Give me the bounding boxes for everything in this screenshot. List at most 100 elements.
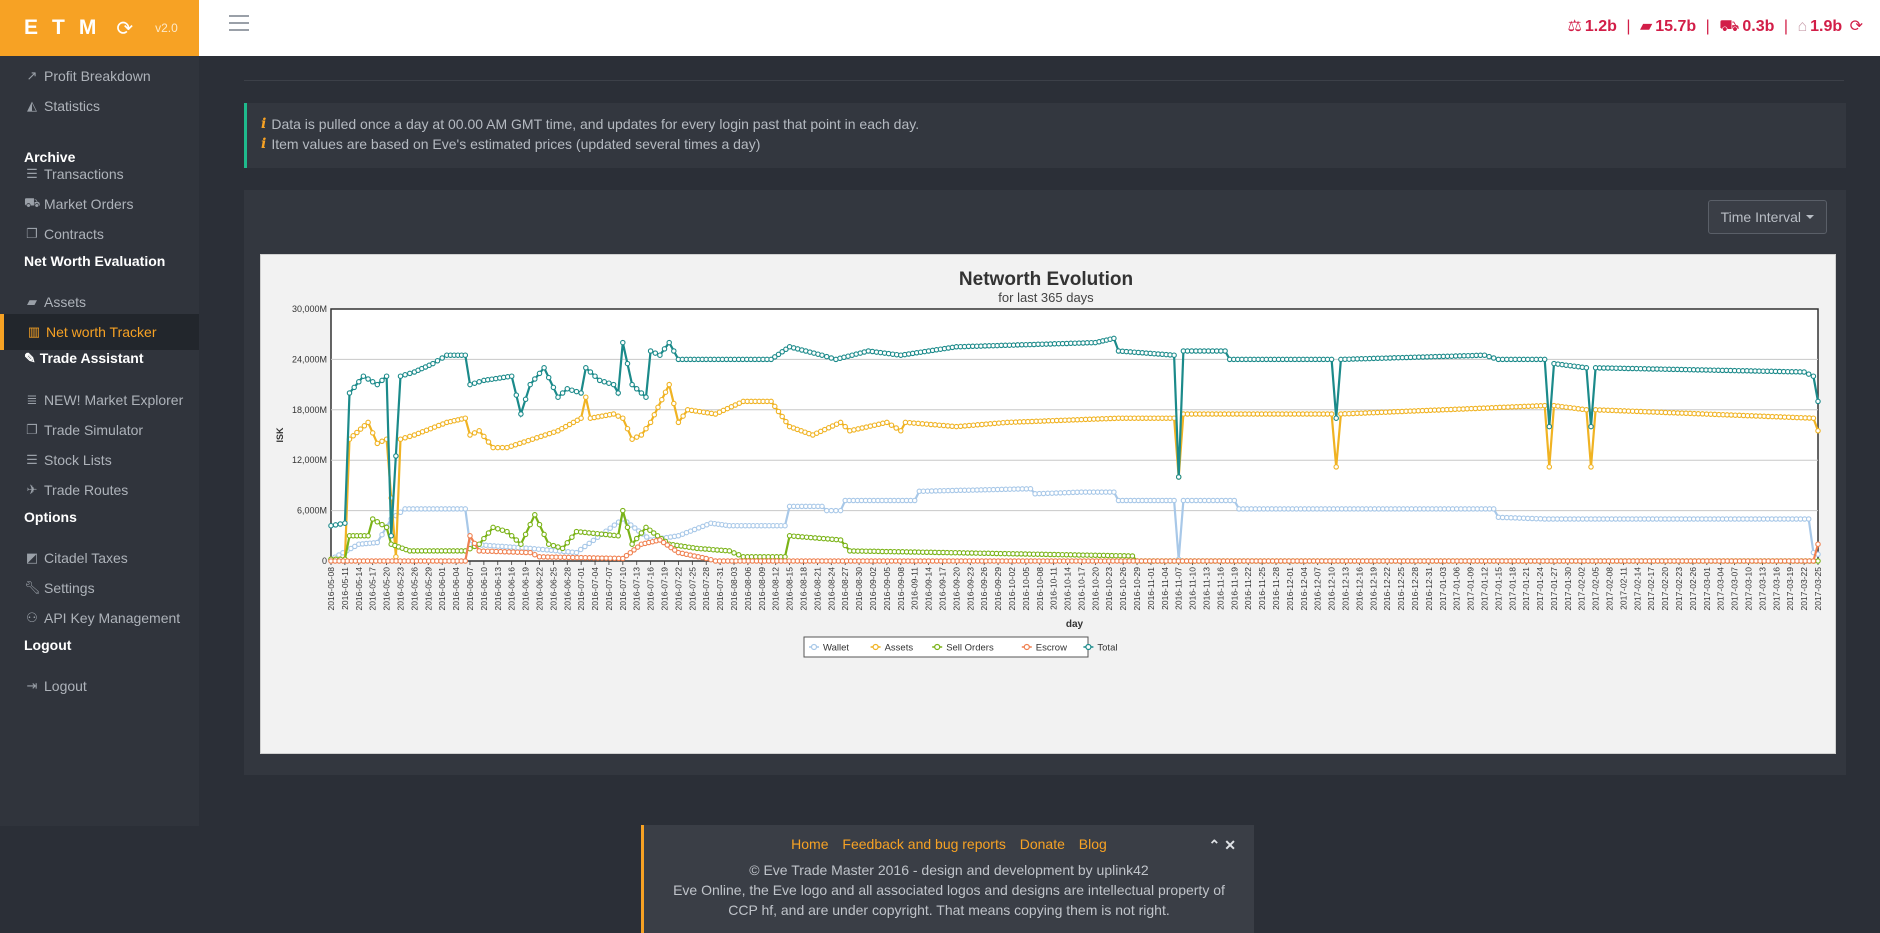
data-point-assets: [775, 408, 782, 415]
data-point-wallet: [1206, 497, 1212, 504]
time-interval-label: Time Interval: [1720, 209, 1801, 225]
data-point-assets: [361, 423, 368, 429]
x-tick-label: 2016-06-13: [493, 567, 503, 611]
data-point-sell-orders: [615, 533, 621, 539]
sidebar-item-contracts[interactable]: ❐ Contracts: [0, 216, 199, 252]
list-icon: ☰: [26, 452, 38, 467]
refresh-icon[interactable]: ⟳: [116, 16, 133, 41]
x-tick-label: 2016-11-10: [1188, 567, 1198, 610]
data-point-sell-orders: [550, 542, 557, 549]
time-interval-dropdown[interactable]: Time Interval: [1707, 200, 1827, 234]
sidebar-heading-logout: Logout: [24, 637, 72, 653]
sidebar-item-trade-routes[interactable]: ✈ Trade Routes: [0, 472, 199, 508]
stat-separator: |: [1783, 18, 1788, 35]
data-point-assets: [542, 432, 548, 438]
data-point-sell-orders: [383, 524, 390, 531]
footer-link-feedback[interactable]: Feedback and bug reports: [842, 836, 1005, 852]
x-tick-label: 2016-11-13: [1202, 567, 1212, 610]
data-point-sell-orders: [508, 533, 515, 539]
x-tick-label: 2016-10-23: [1104, 567, 1114, 611]
data-point-assets: [940, 422, 947, 429]
data-point-wallet: [590, 537, 597, 544]
x-tick-label: 2016-12-13: [1340, 567, 1350, 611]
data-point-total: [1222, 348, 1228, 354]
data-point-total: [462, 352, 469, 358]
x-tick-label: 2017-02-23: [1674, 567, 1684, 611]
data-point-sell-orders: [629, 541, 635, 547]
close-icon[interactable]: ✕: [1224, 837, 1240, 853]
data-point-escrow: [527, 549, 533, 556]
sidebar-item-logout[interactable]: ⇥ Logout: [0, 668, 199, 704]
header-stats: ⚖ 1.2b | ▰ 15.7b | ⛟ 0.3b | ⌂ 1.9b ⟳: [1568, 16, 1866, 37]
sidebar-item-api-key-management[interactable]: ⚇ API Key Management: [0, 600, 199, 636]
footer-link-home[interactable]: Home: [791, 836, 828, 852]
data-point-escrow: [1815, 541, 1821, 547]
x-tick-label: 2016-10-29: [1132, 567, 1142, 611]
sidebar: ↗ Profit Breakdown ◭ Statistics Archive ☰ T…: [0, 56, 199, 826]
data-point-sell-orders: [564, 540, 571, 546]
magic-icon: ✎: [24, 350, 36, 366]
eraser-icon: ◩: [25, 550, 39, 565]
data-point-sell-orders: [816, 535, 823, 542]
sidebar-footer-area: [0, 826, 199, 933]
list-icon: ☰: [26, 166, 38, 181]
brand-logo[interactable]: ETM ⟳ v2.0: [0, 0, 199, 56]
data-point-wallet: [632, 525, 638, 531]
sidebar-heading-net-worth: Net Worth Evaluation: [24, 253, 166, 269]
y-tick-label: 24,000M: [292, 354, 327, 364]
x-tick-label: 2016-08-15: [785, 567, 795, 611]
x-tick-label: 2016-10-26: [1118, 567, 1128, 611]
x-tick-label: 2016-12-25: [1396, 567, 1406, 611]
x-tick-label: 2016-09-14: [924, 567, 934, 611]
refresh-icon[interactable]: ⟳: [1850, 18, 1863, 35]
x-tick-label: 2017-02-17: [1646, 567, 1656, 611]
footer-link-donate[interactable]: Donate: [1020, 836, 1065, 852]
sidebar-item-net-worth-tracker[interactable]: ▥ Net worth Tracker: [0, 314, 199, 350]
info-icon: i: [261, 116, 267, 132]
x-tick-label: 2016-06-25: [548, 567, 558, 611]
data-point-assets: [633, 434, 640, 440]
data-point-sell-orders: [825, 536, 831, 542]
footer-link-blog[interactable]: Blog: [1079, 836, 1107, 852]
data-point-wallet: [548, 547, 554, 554]
plot-area: [330, 308, 1819, 562]
x-tick-label: 2016-09-26: [979, 567, 989, 611]
data-point-assets: [350, 433, 356, 439]
data-point-wallet: [823, 507, 830, 514]
sidebar-item-statistics[interactable]: ◭ Statistics: [0, 88, 199, 124]
data-point-wallet: [573, 549, 580, 556]
x-tick-label: 2016-11-25: [1257, 567, 1267, 610]
data-point-assets: [974, 422, 981, 428]
chevron-up-icon[interactable]: ⌃: [1209, 837, 1225, 853]
x-tick-label: 2016-08-06: [743, 567, 753, 611]
legend-marker-sell-orders: [934, 643, 941, 651]
data-point-assets: [1815, 428, 1821, 434]
x-tick-label: 2016-10-02: [1007, 567, 1017, 611]
sidebar-item-label: Assets: [44, 294, 87, 310]
footer-copyright: © Eve Trade Master 2016 - design and dev…: [749, 862, 1149, 878]
footer-controls: ⌃✕: [1209, 837, 1240, 854]
data-point-assets: [490, 444, 496, 451]
data-point-wallet: [837, 507, 844, 514]
data-point-assets: [842, 423, 848, 430]
data-point-total: [583, 365, 589, 371]
copy-icon: ❐: [26, 226, 38, 241]
data-point-assets: [365, 419, 371, 426]
data-point-total: [527, 381, 533, 388]
data-point-sell-orders: [808, 534, 814, 541]
footer-legal: Eve Online, the Eve logo and all associa…: [673, 882, 1225, 918]
x-tick-label: 2017-03-13: [1757, 567, 1767, 611]
info-line: i Data is pulled once a day at 00.00 AM G…: [261, 114, 1832, 134]
data-point-assets: [662, 389, 669, 395]
data-point-total: [564, 386, 571, 392]
data-point-assets: [671, 400, 677, 407]
legend-marker-escrow: [1023, 643, 1030, 651]
info-callout: i Data is pulled once a day at 00.00 AM G…: [244, 103, 1846, 168]
x-tick-label: 2016-05-17: [368, 567, 378, 611]
data-point-assets: [402, 435, 408, 441]
data-point-assets: [471, 430, 478, 436]
hamburger-menu-icon[interactable]: [229, 15, 249, 31]
sign-out-icon: ⇥: [26, 678, 38, 693]
data-point-sell-orders: [522, 531, 529, 538]
data-point-total: [573, 388, 580, 395]
